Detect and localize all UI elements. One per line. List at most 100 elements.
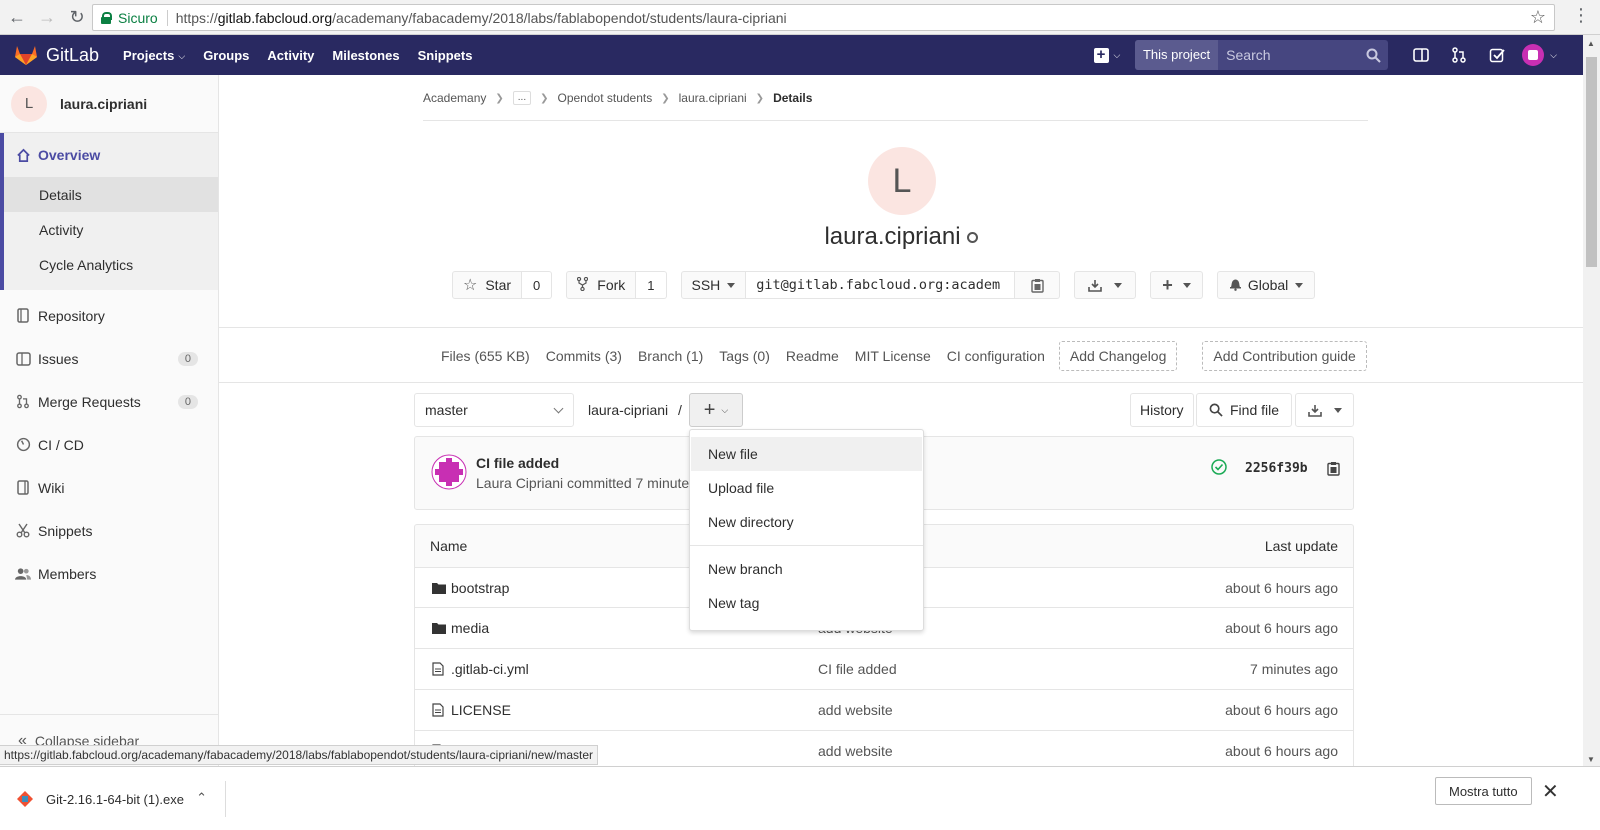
find-file-button[interactable]: Find file: [1196, 393, 1293, 427]
tree-path-root[interactable]: laura-cipriani: [588, 402, 668, 418]
chevron-right-icon: ❯: [661, 92, 670, 104]
sidebar-item-ci-cd[interactable]: CI / CD: [0, 423, 218, 466]
nav-snippets[interactable]: Snippets: [418, 48, 473, 63]
user-menu[interactable]: ⌵: [1522, 44, 1557, 66]
breadcrumb-current[interactable]: Details: [773, 91, 812, 105]
bookmark-star-icon[interactable]: ☆: [1530, 7, 1546, 28]
pipeline-passed-icon[interactable]: [1211, 459, 1227, 475]
add-to-tree-dropdown[interactable]: + ⌵: [689, 393, 743, 427]
reload-icon[interactable]: ↻: [64, 4, 90, 30]
sidebar-subitem-details[interactable]: Details: [4, 177, 218, 212]
breadcrumb-item[interactable]: Academany: [423, 91, 486, 105]
download-dropdown-button[interactable]: [1074, 271, 1137, 299]
add-changelog-button[interactable]: Add Changelog: [1058, 341, 1178, 371]
commit-title[interactable]: CI file added: [476, 455, 559, 471]
project-sidebar: L laura.cipriani Overview Details Activi…: [0, 75, 219, 766]
fork-count[interactable]: 1: [636, 271, 667, 299]
menu-item-new-tag[interactable]: New tag: [691, 586, 922, 620]
clone-protocol-dropdown[interactable]: SSH: [680, 271, 747, 299]
star-button[interactable]: ☆ Star: [452, 271, 523, 299]
sidebar-item-issues[interactable]: Issues 0: [0, 337, 218, 380]
add-dropdown-button[interactable]: +: [1150, 271, 1203, 299]
sidebar-item-members[interactable]: Members: [0, 552, 218, 595]
menu-item-upload-file[interactable]: Upload file: [691, 471, 922, 505]
file-name[interactable]: bootstrap: [451, 580, 509, 596]
breadcrumb-item[interactable]: laura.cipriani: [679, 91, 747, 105]
table-row[interactable]: .gitlab-ci.yml CI file added 7 minutes ago: [414, 649, 1354, 690]
sidebar-overview-section: Overview Details Activity Cycle Analytic…: [0, 133, 218, 290]
merge-request-icon[interactable]: [1440, 40, 1478, 70]
issues-count-badge: 0: [177, 351, 198, 366]
stat-commits[interactable]: Commits (3): [546, 348, 622, 364]
sidebar-subitem-cycle-analytics[interactable]: Cycle Analytics: [4, 247, 218, 282]
scroll-down-arrow-icon[interactable]: ▼: [1587, 755, 1595, 764]
page-scrollbar[interactable]: ▲ ▼: [1583, 35, 1600, 766]
sidebar-item-label: Wiki: [38, 479, 65, 496]
commit-author-avatar[interactable]: [431, 454, 467, 490]
commit-sha[interactable]: 2256f39b: [1245, 461, 1308, 476]
nav-groups[interactable]: Groups: [203, 48, 249, 63]
sidebar-subitem-activity[interactable]: Activity: [4, 212, 218, 247]
close-icon[interactable]: ✕: [1542, 779, 1559, 804]
file-name[interactable]: LICENSE: [451, 702, 511, 718]
stat-files[interactable]: Files (655 KB): [441, 348, 530, 364]
copy-sha-clipboard-icon[interactable]: [1327, 461, 1340, 476]
stat-readme[interactable]: Readme: [786, 348, 839, 364]
stat-ci-config[interactable]: CI configuration: [947, 348, 1045, 364]
browser-menu-icon[interactable]: ⋮: [1572, 6, 1590, 24]
sidebar-item-repository[interactable]: Repository: [0, 294, 218, 337]
breadcrumb-item[interactable]: Opendot students: [558, 91, 653, 105]
star-count[interactable]: 0: [522, 271, 553, 299]
sidebar-project-header[interactable]: L laura.cipriani: [0, 75, 218, 133]
copy-url-button[interactable]: [1015, 271, 1061, 299]
fork-button[interactable]: Fork: [566, 271, 637, 299]
commit-author-line: Laura Cipriani committed 7 minutes ago: [476, 475, 696, 491]
show-all-downloads-button[interactable]: Mostra tutto: [1435, 777, 1532, 805]
file-name[interactable]: media: [451, 620, 489, 636]
branch-select[interactable]: master: [414, 393, 574, 427]
sidebar-item-wiki[interactable]: Wiki: [0, 466, 218, 509]
clone-url-field[interactable]: git@gitlab.fabcloud.org:academ: [746, 271, 1016, 299]
project-actions: ☆ Star 0 Fork 1 SSH git@gitlab.fabcloud.…: [452, 271, 1316, 299]
nav-projects[interactable]: Projects: [123, 48, 174, 63]
table-row[interactable]: LICENSE add website about 6 hours ago: [414, 690, 1354, 731]
stat-tags[interactable]: Tags (0): [719, 348, 770, 364]
forward-icon[interactable]: →: [34, 4, 60, 30]
todo-check-icon[interactable]: [1478, 40, 1516, 70]
new-dropdown-button[interactable]: + ⌵: [1087, 41, 1127, 69]
notification-dropdown[interactable]: Global: [1216, 271, 1316, 299]
file-commit-message[interactable]: add website: [818, 743, 893, 759]
history-button[interactable]: History: [1130, 393, 1194, 427]
sidebar-toggle-icon[interactable]: [1402, 40, 1440, 70]
menu-item-new-file[interactable]: New file: [691, 437, 922, 471]
scrollbar-thumb[interactable]: [1586, 57, 1597, 267]
link-status-bubble: https://gitlab.fabcloud.org/academany/fa…: [0, 745, 599, 765]
back-icon[interactable]: ←: [4, 4, 30, 30]
chevron-down-icon: ⌵: [721, 404, 729, 415]
file-name[interactable]: .gitlab-ci.yml: [451, 661, 529, 677]
address-bar[interactable]: Sicuro https://gitlab.fabcloud.org/acade…: [92, 4, 1555, 31]
nav-milestones[interactable]: Milestones: [332, 48, 399, 63]
sidebar-item-snippets[interactable]: Snippets: [0, 509, 218, 552]
file-commit-message[interactable]: CI file added: [818, 661, 897, 677]
globe-public-icon: [966, 232, 978, 244]
gitlab-logo[interactable]: GitLab: [14, 44, 99, 66]
stat-license[interactable]: MIT License: [855, 348, 931, 364]
search-scope-badge[interactable]: This project: [1134, 40, 1219, 70]
scroll-up-arrow-icon[interactable]: ▲: [1587, 39, 1595, 48]
menu-item-new-directory[interactable]: New directory: [691, 505, 922, 539]
nav-activity[interactable]: Activity: [267, 48, 314, 63]
sidebar-item-overview[interactable]: Overview: [4, 133, 218, 177]
sidebar-item-merge-requests[interactable]: Merge Requests 0: [0, 380, 218, 423]
url-text[interactable]: https://gitlab.fabcloud.org/academany/fa…: [176, 10, 787, 26]
menu-item-new-branch[interactable]: New branch: [691, 552, 922, 586]
search-icon[interactable]: [1358, 40, 1388, 70]
breadcrumb-ellipsis[interactable]: ...: [512, 91, 532, 105]
chevron-up-icon[interactable]: ⌃: [196, 790, 207, 806]
download-archive-button[interactable]: [1295, 393, 1354, 427]
add-contribution-guide-button[interactable]: Add Contribution guide: [1202, 341, 1367, 371]
stat-branches[interactable]: Branch (1): [638, 348, 703, 364]
download-item[interactable]: Git-2.16.1-64-bit (1).exe ⌃: [16, 781, 226, 817]
search-input[interactable]: [1218, 40, 1359, 70]
file-commit-message[interactable]: add website: [818, 702, 893, 718]
